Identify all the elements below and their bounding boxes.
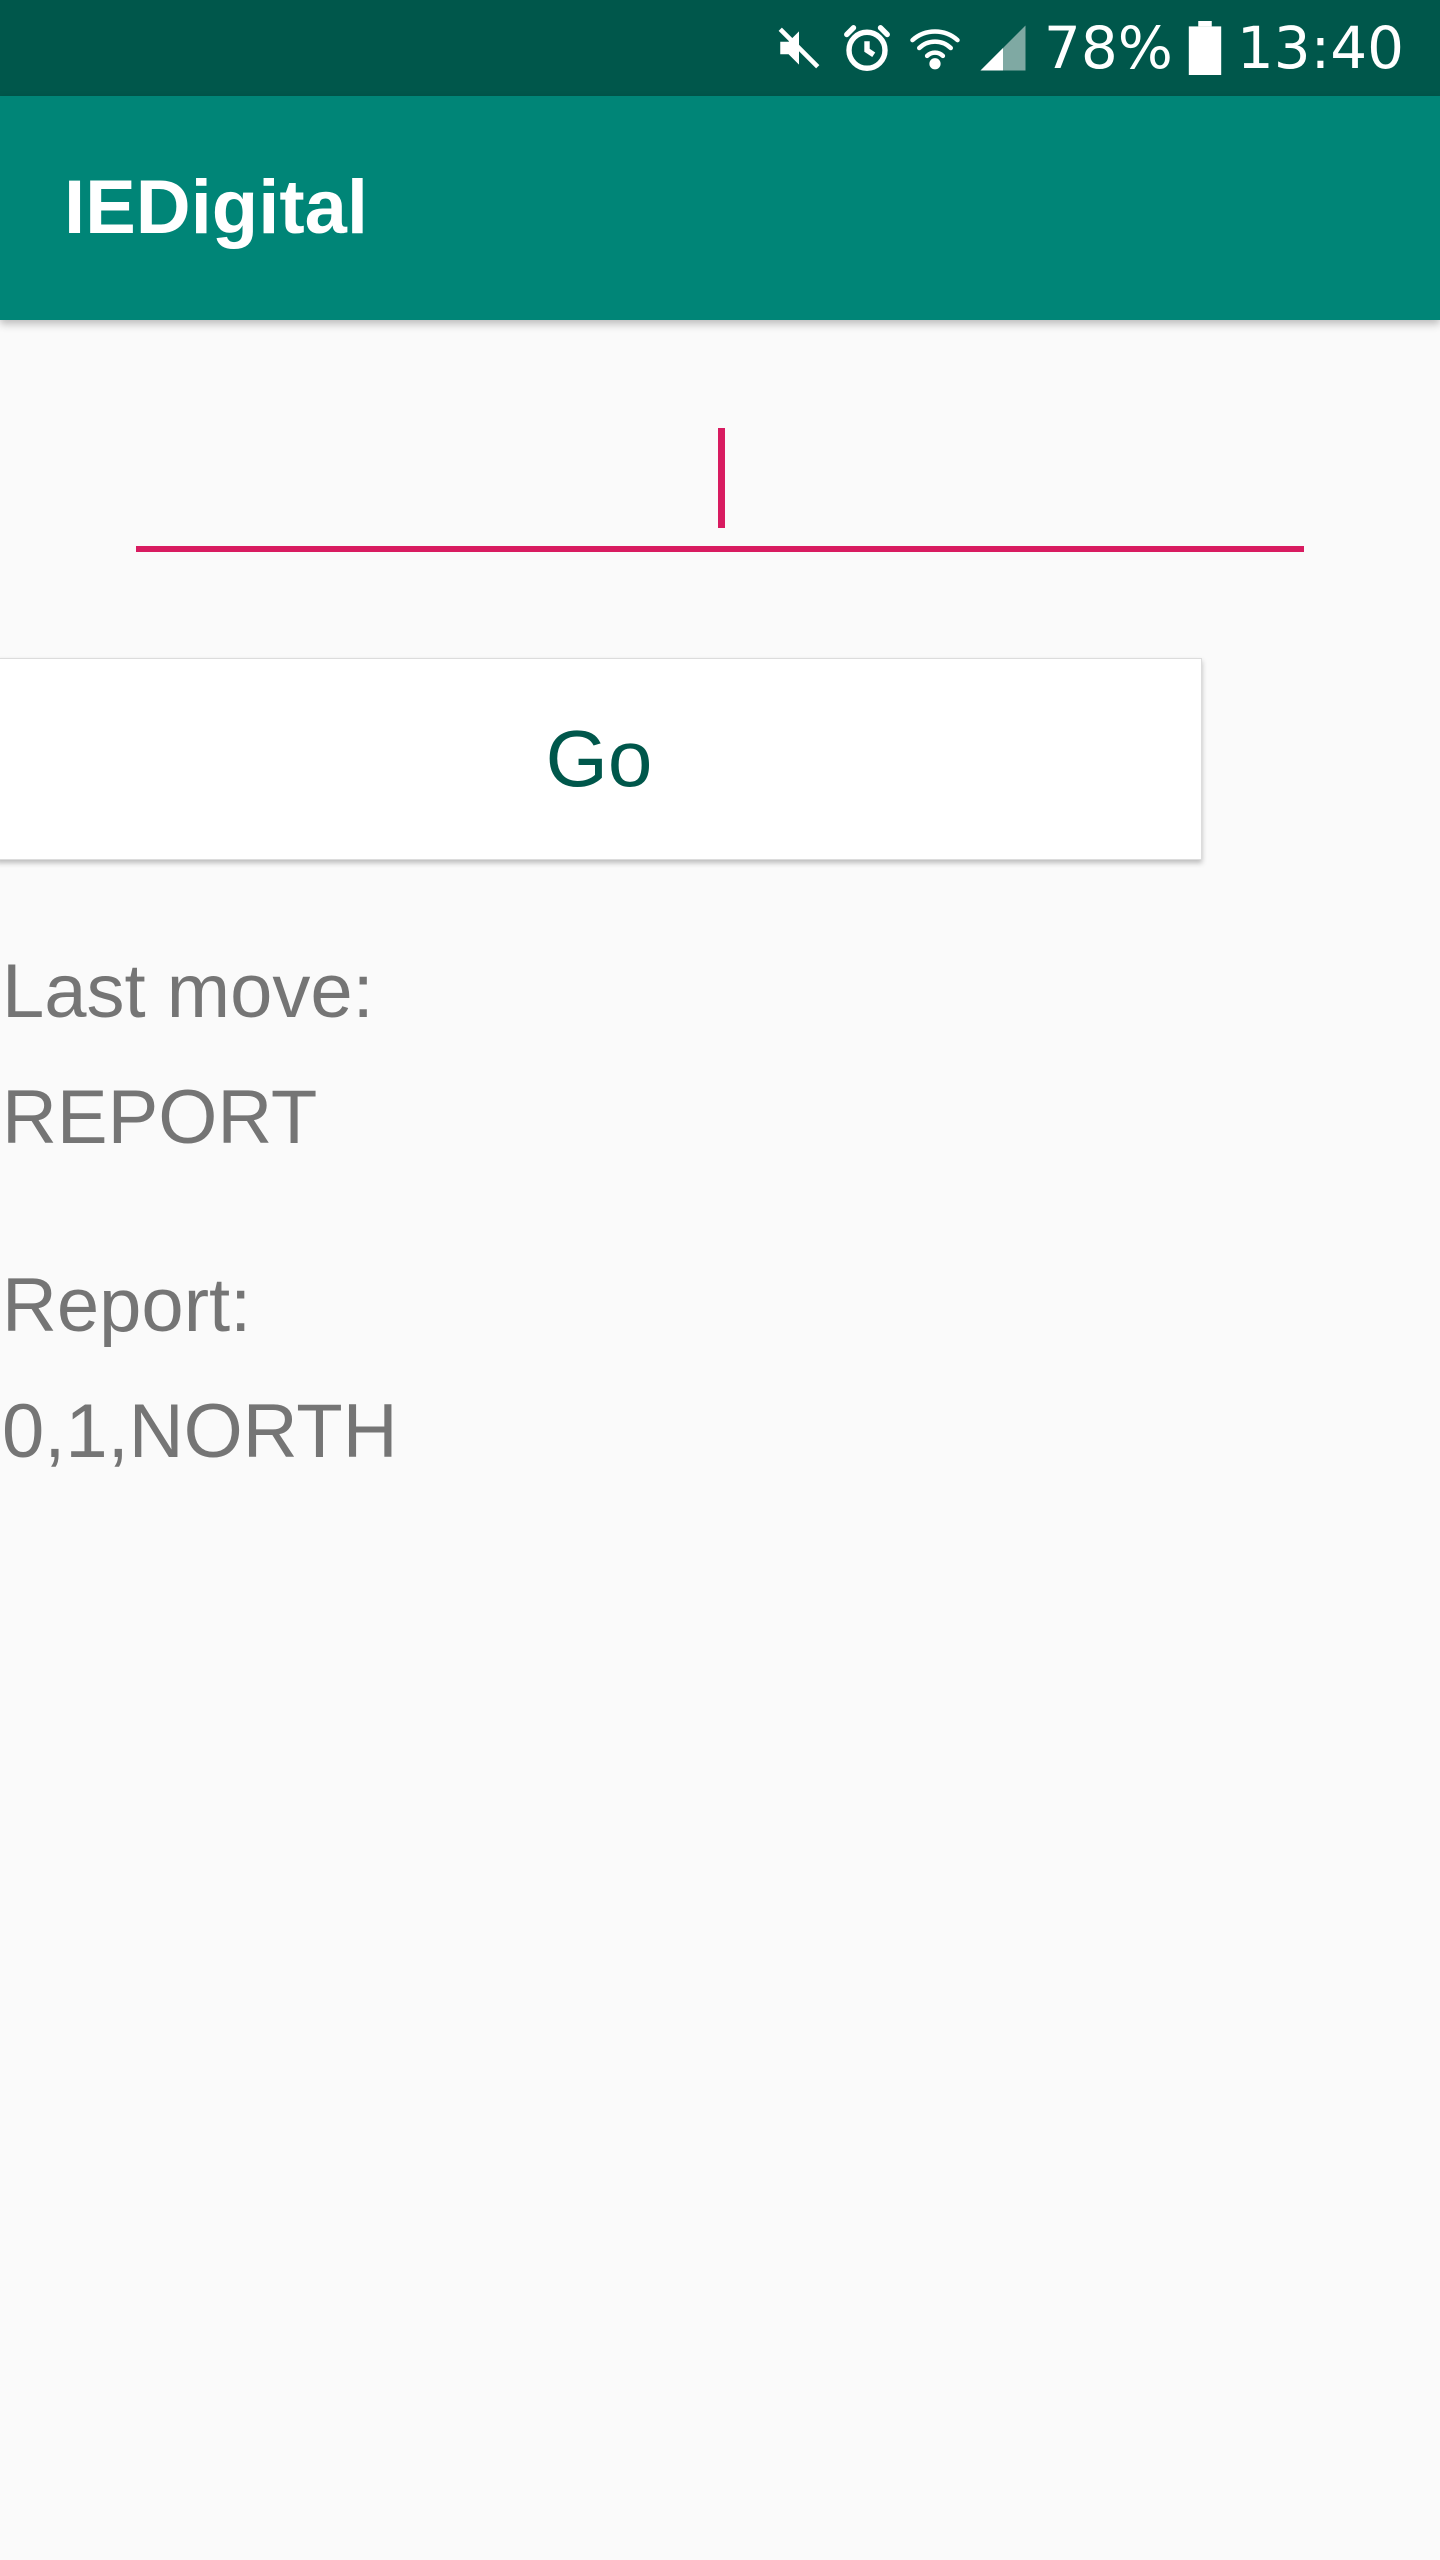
- battery-icon: [1187, 18, 1223, 78]
- go-button[interactable]: Go: [0, 658, 1202, 860]
- last-move-label: Last move:: [2, 949, 374, 1034]
- report-label: Report:: [2, 1263, 252, 1348]
- app-title: IEDigital: [64, 165, 369, 250]
- text-cursor: [718, 428, 725, 528]
- app-bar: IEDigital: [0, 96, 1440, 320]
- go-button-label: Go: [545, 714, 653, 803]
- battery-percent: 78%: [1043, 14, 1173, 82]
- input-underline: [136, 546, 1304, 552]
- wifi-icon: [908, 18, 962, 78]
- status-icons: 78% 13:40: [772, 0, 1404, 96]
- last-move-value: REPORT: [2, 1075, 318, 1160]
- report-value: 0,1,NORTH: [2, 1389, 398, 1474]
- command-input-container[interactable]: [136, 410, 1308, 552]
- clock-time: 13:40: [1236, 14, 1404, 82]
- mute-icon: [772, 18, 826, 78]
- alarm-icon: [840, 18, 894, 78]
- status-bar: 78% 13:40: [0, 0, 1440, 96]
- signal-icon: [976, 18, 1030, 78]
